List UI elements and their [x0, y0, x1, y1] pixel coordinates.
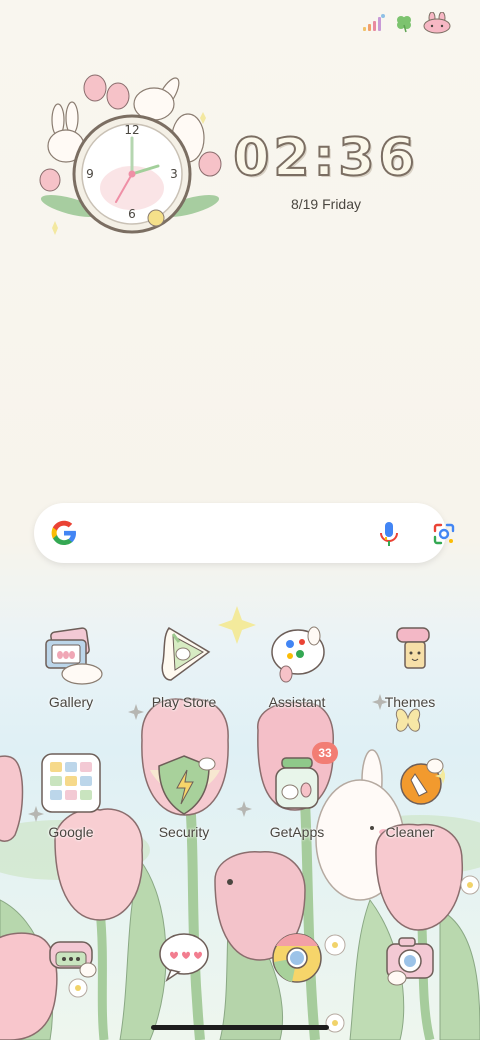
app-label: Themes	[384, 694, 436, 710]
clock-numeral-3: 3	[170, 167, 178, 181]
app-cleaner[interactable]: Cleaner	[360, 752, 460, 840]
app-label: GetApps	[269, 824, 325, 840]
camera-icon	[375, 928, 445, 998]
signal-icon	[363, 14, 385, 31]
themes-icon	[375, 622, 445, 692]
google-g-icon	[51, 520, 76, 545]
analog-clock-widget[interactable]: 12 3 6 9	[30, 68, 230, 238]
app-play-store[interactable]: Play Store	[134, 622, 234, 710]
app-camera[interactable]	[360, 928, 460, 998]
phone-icon	[36, 928, 106, 998]
messages-icon	[149, 928, 219, 998]
clock-numeral-6: 6	[128, 207, 136, 221]
lens-icon[interactable]	[432, 522, 456, 546]
clock-numeral-12: 12	[124, 123, 139, 137]
app-gallery[interactable]: Gallery	[21, 622, 121, 710]
google-search-bar[interactable]	[34, 503, 455, 563]
digital-clock-widget[interactable]: 02:36 8/19 Friday	[226, 127, 426, 212]
app-label: Play Store	[151, 694, 217, 710]
app-label: Security	[158, 824, 210, 840]
app-google[interactable]: Google	[21, 752, 121, 840]
gesture-nav-handle[interactable]	[151, 1025, 329, 1030]
digital-time: 02:36	[232, 127, 419, 189]
app-label: Cleaner	[385, 824, 435, 840]
gallery-icon	[36, 622, 106, 692]
app-label: Google	[48, 824, 94, 840]
assistant-icon	[262, 622, 332, 692]
app-label: Assistant	[268, 694, 326, 710]
app-phone[interactable]	[21, 928, 121, 998]
getapps-icon: 33	[262, 742, 338, 822]
mic-icon[interactable]	[378, 521, 400, 547]
play-store-icon	[149, 622, 219, 692]
app-messages[interactable]	[134, 928, 234, 998]
cleaner-icon	[375, 752, 451, 822]
chrome-icon	[262, 928, 332, 998]
status-bar	[362, 12, 452, 34]
app-chrome[interactable]	[247, 928, 347, 998]
date-text: 8/19 Friday	[290, 196, 362, 212]
app-label: Gallery	[48, 694, 94, 710]
app-themes[interactable]: Themes	[360, 622, 460, 710]
app-assistant[interactable]: Assistant	[247, 622, 347, 710]
notification-badge: 33	[312, 742, 338, 764]
bunny-face-icon	[423, 12, 451, 34]
clock-numeral-9: 9	[86, 167, 94, 181]
clover-icon	[397, 16, 411, 33]
security-icon	[149, 752, 219, 822]
google-folder-icon	[36, 752, 106, 822]
app-getapps[interactable]: 33 GetApps	[247, 742, 347, 840]
app-security[interactable]: Security	[134, 752, 234, 840]
